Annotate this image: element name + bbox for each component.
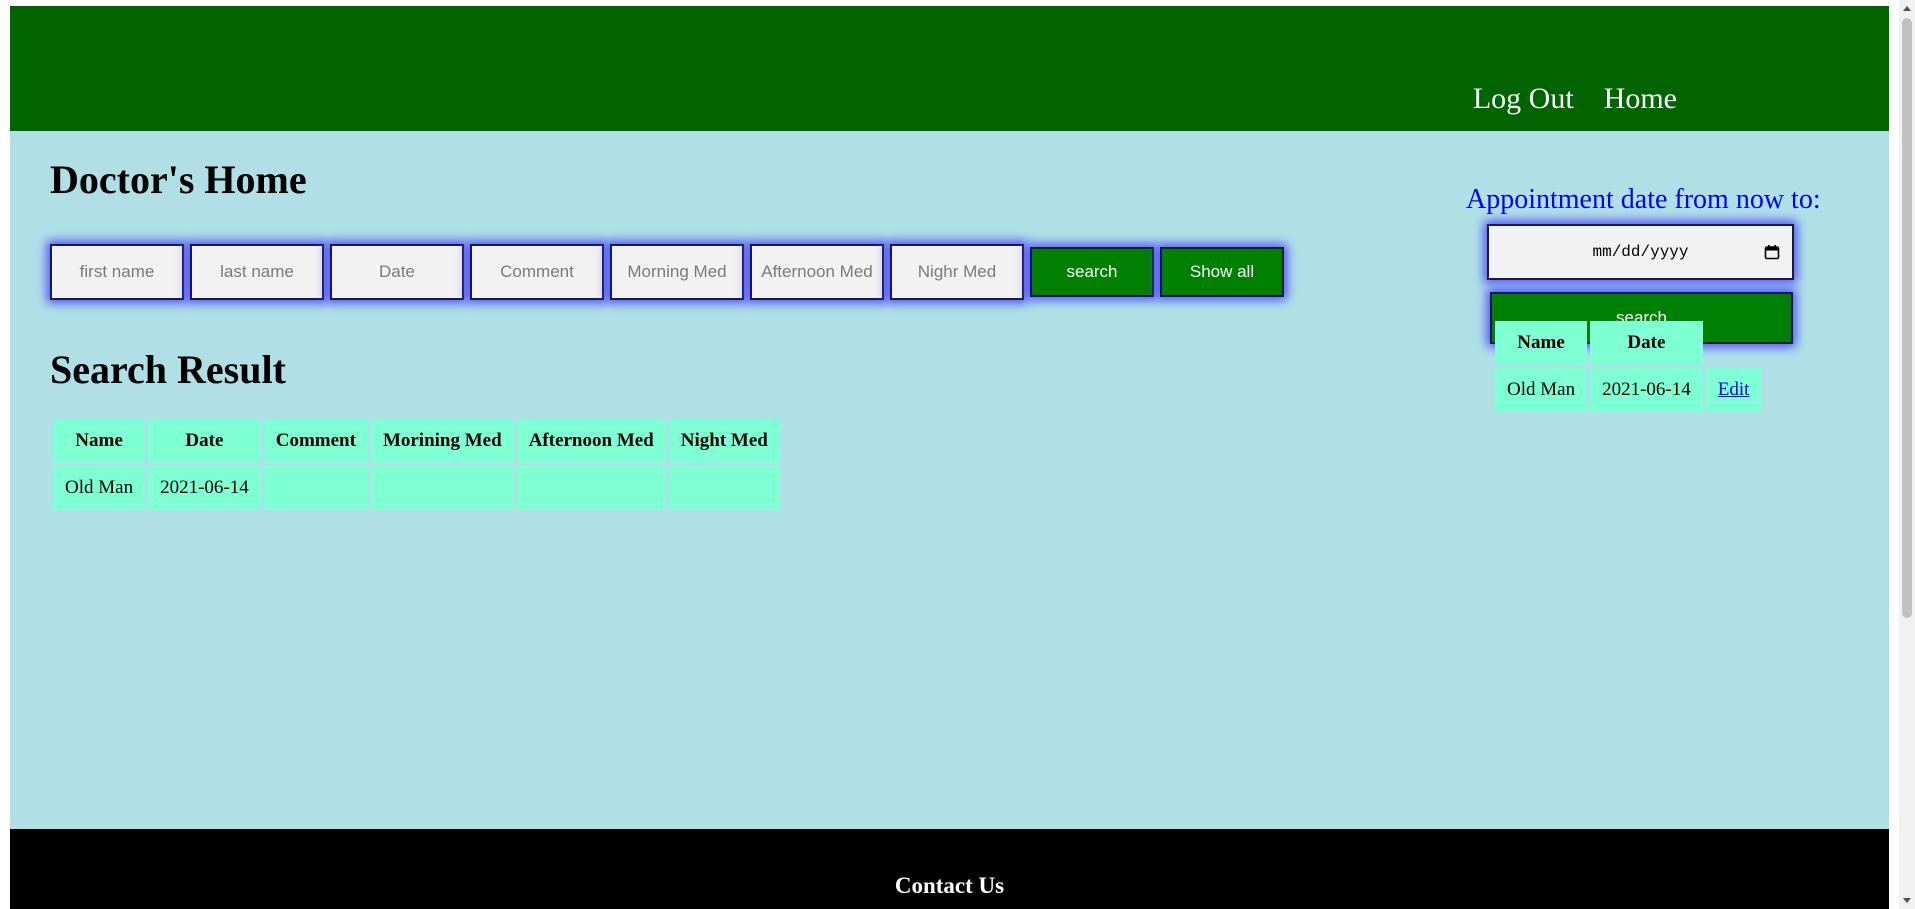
date-placeholder: mm/dd/yyyy <box>1592 243 1689 261</box>
first-name-input[interactable] <box>50 244 184 300</box>
vertical-scrollbar[interactable] <box>1899 0 1915 909</box>
column-header-date: Date <box>148 419 261 463</box>
cell-date: 2021-06-14 <box>1590 368 1703 412</box>
afternoon-med-input[interactable] <box>750 244 884 300</box>
footer: Contact Us <box>10 829 1889 909</box>
table-row: Old Man 2021-06-14 Edit <box>1495 368 1762 412</box>
column-header-morning-med: Morining Med <box>370 419 514 463</box>
cell-action: Edit <box>1705 368 1762 412</box>
appointment-table: Name Date Old Man 2021-06-14 Edit <box>1492 318 1764 415</box>
calendar-icon[interactable] <box>1764 244 1780 260</box>
cell-night-med <box>668 466 780 510</box>
search-result-table: Name Date Comment Morining Med Afternoon… <box>50 416 783 513</box>
morning-med-input[interactable] <box>610 244 744 300</box>
page-title: Doctor's Home <box>50 157 307 202</box>
column-header-name: Name <box>53 419 146 463</box>
cell-comment <box>263 466 368 510</box>
column-header-night-med: Night Med <box>668 419 780 463</box>
night-med-input[interactable] <box>890 244 1024 300</box>
edit-link[interactable]: Edit <box>1718 379 1750 400</box>
home-link[interactable]: Home <box>1604 82 1677 116</box>
comment-input[interactable] <box>470 244 604 300</box>
cell-date: 2021-06-14 <box>148 466 261 510</box>
cell-name: Old Man <box>1495 368 1588 412</box>
scroll-up-arrow-icon[interactable] <box>1903 6 1911 11</box>
scroll-down-arrow-icon[interactable] <box>1903 898 1911 903</box>
cell-afternoon-med <box>516 466 666 510</box>
page: Log Out Home Doctor's Home search Show a… <box>10 6 1889 909</box>
appointment-date-input[interactable]: mm/dd/yyyy <box>1487 224 1794 280</box>
show-all-button[interactable]: Show all <box>1160 247 1284 297</box>
search-form: search Show all <box>50 244 1284 300</box>
column-header-date: Date <box>1590 321 1703 365</box>
top-navbar: Log Out Home <box>10 6 1889 131</box>
cell-morning-med <box>370 466 514 510</box>
appointment-date-label: Appointment date from now to: <box>1466 184 1821 215</box>
column-header-afternoon-med: Afternoon Med <box>516 419 666 463</box>
date-input[interactable] <box>330 244 464 300</box>
column-header-name: Name <box>1495 321 1588 365</box>
search-result-title: Search Result <box>50 347 286 392</box>
search-button[interactable]: search <box>1030 247 1154 297</box>
table-header-row: Name Date <box>1495 321 1761 365</box>
column-header-action <box>1706 321 1762 365</box>
nav-links: Log Out Home <box>1473 82 1677 116</box>
contact-us-heading: Contact Us <box>894 873 1005 898</box>
logout-link[interactable]: Log Out <box>1473 82 1574 116</box>
cell-name: Old Man <box>53 466 146 510</box>
last-name-input[interactable] <box>190 244 324 300</box>
column-header-comment: Comment <box>263 419 368 463</box>
scrollbar-thumb[interactable] <box>1902 18 1912 618</box>
table-row: Old Man 2021-06-14 <box>53 466 780 510</box>
table-header-row: Name Date Comment Morining Med Afternoon… <box>53 419 780 463</box>
